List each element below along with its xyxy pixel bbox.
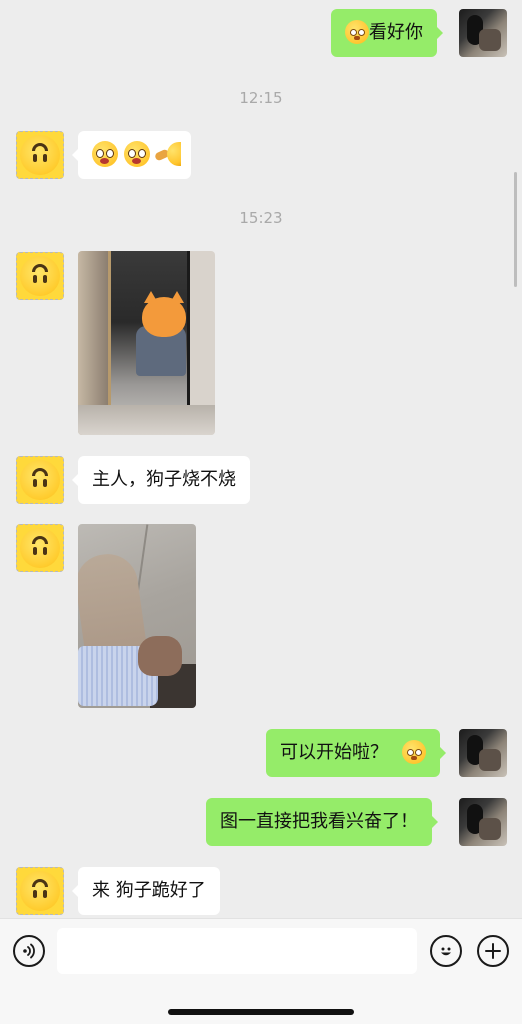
plus-button[interactable] (477, 935, 509, 967)
voice-button[interactable] (13, 935, 45, 967)
legs-closeup-photo[interactable] (78, 524, 196, 708)
message-bubble-sent[interactable]: 看好你 (331, 9, 443, 57)
message-bubble-received[interactable]: 来 狗子跪好了 (72, 867, 220, 915)
message-text: 主人，狗子烧不烧 (92, 469, 236, 490)
big-eyes-emoji-icon (123, 140, 150, 167)
timestamp: 12:15 (239, 89, 283, 107)
home-indicator (168, 1009, 354, 1015)
message-bubble-received[interactable]: 主人，狗子烧不烧 (72, 456, 250, 504)
contact-avatar[interactable] (16, 252, 64, 300)
message-bubble-received[interactable] (71, 131, 192, 179)
plus-icon (485, 943, 501, 959)
contact-avatar[interactable] (16, 131, 64, 179)
flushed-emoji-icon (345, 19, 369, 44)
scrollbar[interactable] (514, 172, 517, 287)
my-avatar[interactable] (459, 9, 507, 57)
my-avatar[interactable] (459, 729, 507, 777)
cat-mask-sticker (142, 291, 186, 337)
partial-emoji-icon (167, 141, 182, 166)
emoji-button[interactable] (430, 935, 462, 967)
message-text: 看好你 (369, 22, 423, 43)
voice-icon (23, 943, 35, 959)
input-bar (0, 918, 522, 1024)
contact-avatar[interactable] (16, 456, 64, 504)
message-text: 来 狗子跪好了 (92, 880, 206, 901)
emoji-icon (441, 947, 451, 956)
message-text: 可以开始啦？ (280, 742, 388, 763)
message-bubble-sent[interactable]: 图一直接把我看兴奋了！ (206, 798, 438, 846)
message-input[interactable] (57, 928, 417, 974)
contact-avatar[interactable] (16, 867, 64, 915)
chat-area[interactable]: 看好你 12:15 15:23 主人，狗子烧不烧 可以开始啦？ 图一直接把我看兴… (0, 0, 522, 918)
message-text: 图一直接把我看兴奋了！ (220, 811, 418, 832)
my-avatar[interactable] (459, 798, 507, 846)
message-bubble-sent[interactable]: 可以开始啦？ (266, 729, 446, 777)
big-eyes-emoji-icon (92, 140, 118, 167)
mirror-selfie-photo[interactable] (78, 251, 215, 435)
contact-avatar[interactable] (16, 524, 64, 572)
timestamp: 15:23 (239, 209, 283, 227)
flushed-emoji-icon (401, 739, 426, 764)
